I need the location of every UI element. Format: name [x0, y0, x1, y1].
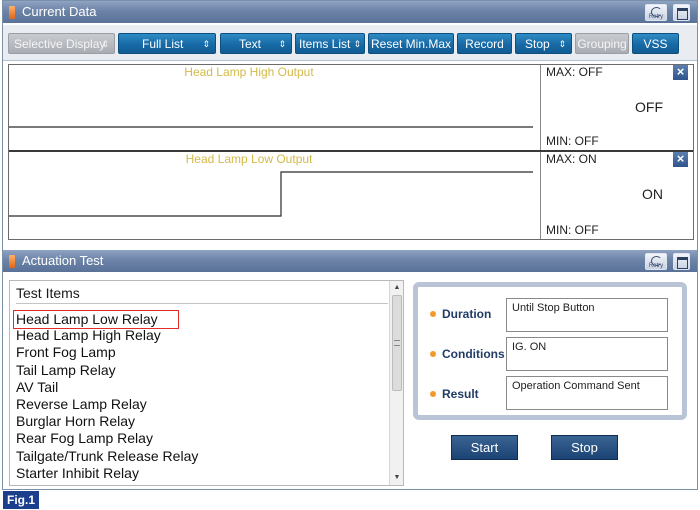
- selective-display-label: Selective Display: [14, 37, 106, 51]
- current-data-title-bar: Current Data Retry: [3, 1, 697, 23]
- maximize-icon[interactable]: [673, 4, 690, 21]
- result-value: Operation Command Sent: [506, 376, 668, 410]
- scroll-thumb[interactable]: [392, 295, 402, 391]
- current-data-title: Current Data: [22, 4, 97, 19]
- max-value: MAX: OFF: [546, 65, 603, 79]
- result-label-text: Result: [442, 387, 479, 401]
- test-info-panel: Duration Until Stop Button Conditions IG…: [413, 282, 687, 420]
- full-list-button[interactable]: Full List ⇕: [118, 33, 216, 54]
- full-list-label: Full List: [142, 37, 184, 51]
- duration-value: Until Stop Button: [506, 298, 668, 332]
- current-value: OFF: [635, 99, 663, 115]
- list-item[interactable]: Head Lamp High Relay: [16, 327, 161, 344]
- selective-display-button[interactable]: Selective Display ⇕: [8, 33, 115, 54]
- list-item[interactable]: Front Fog Lamp: [16, 344, 116, 361]
- maximize-icon[interactable]: [673, 253, 690, 270]
- graph-values: MAX: ON ON MIN: OFF ×: [542, 152, 693, 239]
- actuation-test-title: Actuation Test: [22, 253, 104, 268]
- text-button[interactable]: Text ⇕: [220, 33, 292, 54]
- stop-test-button[interactable]: Stop: [551, 435, 618, 460]
- list-item[interactable]: Starter Inhibit Relay: [16, 465, 139, 482]
- scan-tool-window: Current Data Retry Selective Display ⇕ F…: [2, 0, 698, 490]
- list-item[interactable]: Head Lamp Low Relay: [13, 310, 179, 329]
- spin-arrows-icon: ⇕: [558, 39, 566, 49]
- panel-marker-icon: [9, 255, 15, 268]
- list-item[interactable]: Tailgate/Trunk Release Relay: [16, 448, 198, 465]
- signal-plot: Head Lamp High Output: [9, 65, 541, 150]
- close-icon[interactable]: ×: [673, 152, 688, 167]
- signal-trace: [9, 171, 533, 217]
- actuation-test-title-bar: Actuation Test Retry: [3, 250, 697, 272]
- bullet-icon: [430, 390, 436, 397]
- panel-marker-icon: [9, 6, 15, 19]
- bullet-icon: [430, 310, 436, 317]
- duration-label-text: Duration: [442, 307, 492, 321]
- close-icon[interactable]: ×: [673, 65, 688, 80]
- conditions-value: IG. ON: [506, 337, 668, 371]
- list-item[interactable]: Reverse Lamp Relay: [16, 396, 147, 413]
- reset-min-max-button[interactable]: Reset Min.Max: [368, 33, 454, 54]
- stop-button[interactable]: Stop ⇕: [515, 33, 572, 54]
- items-list-button[interactable]: Items List ⇕: [295, 33, 365, 54]
- graph-row: Head Lamp Low Output MAX: ON ON MIN: OFF…: [9, 152, 693, 239]
- grip-icon: [394, 340, 400, 346]
- spin-arrows-icon: ⇕: [101, 39, 109, 49]
- current-value: ON: [642, 186, 663, 202]
- list-header: Test Items: [16, 285, 388, 304]
- max-value: MAX: ON: [546, 152, 597, 166]
- grouping-button[interactable]: Grouping: [575, 33, 629, 54]
- actuation-test-body: Test Items Head Lamp Low Relay Head Lamp …: [3, 273, 697, 489]
- duration-label: Duration: [430, 307, 491, 321]
- list-item[interactable]: Rear Fog Lamp Relay: [16, 430, 153, 447]
- text-label: Text: [239, 37, 262, 51]
- vertical-scrollbar[interactable]: ▲ ▼: [389, 281, 403, 485]
- list-item[interactable]: Burglar Horn Relay: [16, 413, 135, 430]
- list-item[interactable]: Tail Lamp Relay: [16, 362, 116, 379]
- conditions-label: Conditions: [430, 347, 505, 361]
- bullet-icon: [430, 350, 436, 357]
- vss-button[interactable]: VSS: [632, 33, 679, 54]
- signal-line: [9, 171, 533, 217]
- list-item[interactable]: AV Tail: [16, 379, 58, 396]
- stop-label: Stop: [525, 37, 550, 51]
- spin-arrows-icon: ⇕: [278, 39, 286, 49]
- signal-plot: Head Lamp Low Output: [9, 152, 541, 239]
- spin-arrows-icon: ⇕: [353, 39, 361, 49]
- start-button[interactable]: Start: [451, 435, 518, 460]
- list-item[interactable]: Rear Wiper Relay: [16, 482, 126, 485]
- scroll-up-icon[interactable]: ▲: [390, 281, 403, 295]
- min-value: MIN: OFF: [546, 223, 599, 237]
- graph-row: Head Lamp High Output MAX: OFF OFF MIN: …: [9, 65, 693, 152]
- conditions-label-text: Conditions: [442, 347, 505, 361]
- record-button[interactable]: Record: [457, 33, 512, 54]
- signal-trace: [9, 126, 533, 128]
- graph-area: Head Lamp High Output MAX: OFF OFF MIN: …: [8, 64, 694, 240]
- retry-button[interactable]: Retry: [645, 253, 667, 270]
- figure-label: Fig.1: [3, 491, 39, 509]
- min-value: MIN: OFF: [546, 134, 599, 148]
- items-list-label: Items List: [299, 37, 351, 51]
- spin-arrows-icon: ⇕: [202, 39, 210, 49]
- scroll-down-icon[interactable]: ▼: [390, 471, 403, 485]
- retry-button[interactable]: Retry: [645, 4, 667, 21]
- graph-values: MAX: OFF OFF MIN: OFF ×: [542, 65, 693, 150]
- test-items-list[interactable]: Test Items Head Lamp Low Relay Head Lamp …: [9, 280, 404, 486]
- current-data-toolbar: Selective Display ⇕ Full List ⇕ Text ⇕ I…: [3, 25, 697, 61]
- result-label: Result: [430, 387, 479, 401]
